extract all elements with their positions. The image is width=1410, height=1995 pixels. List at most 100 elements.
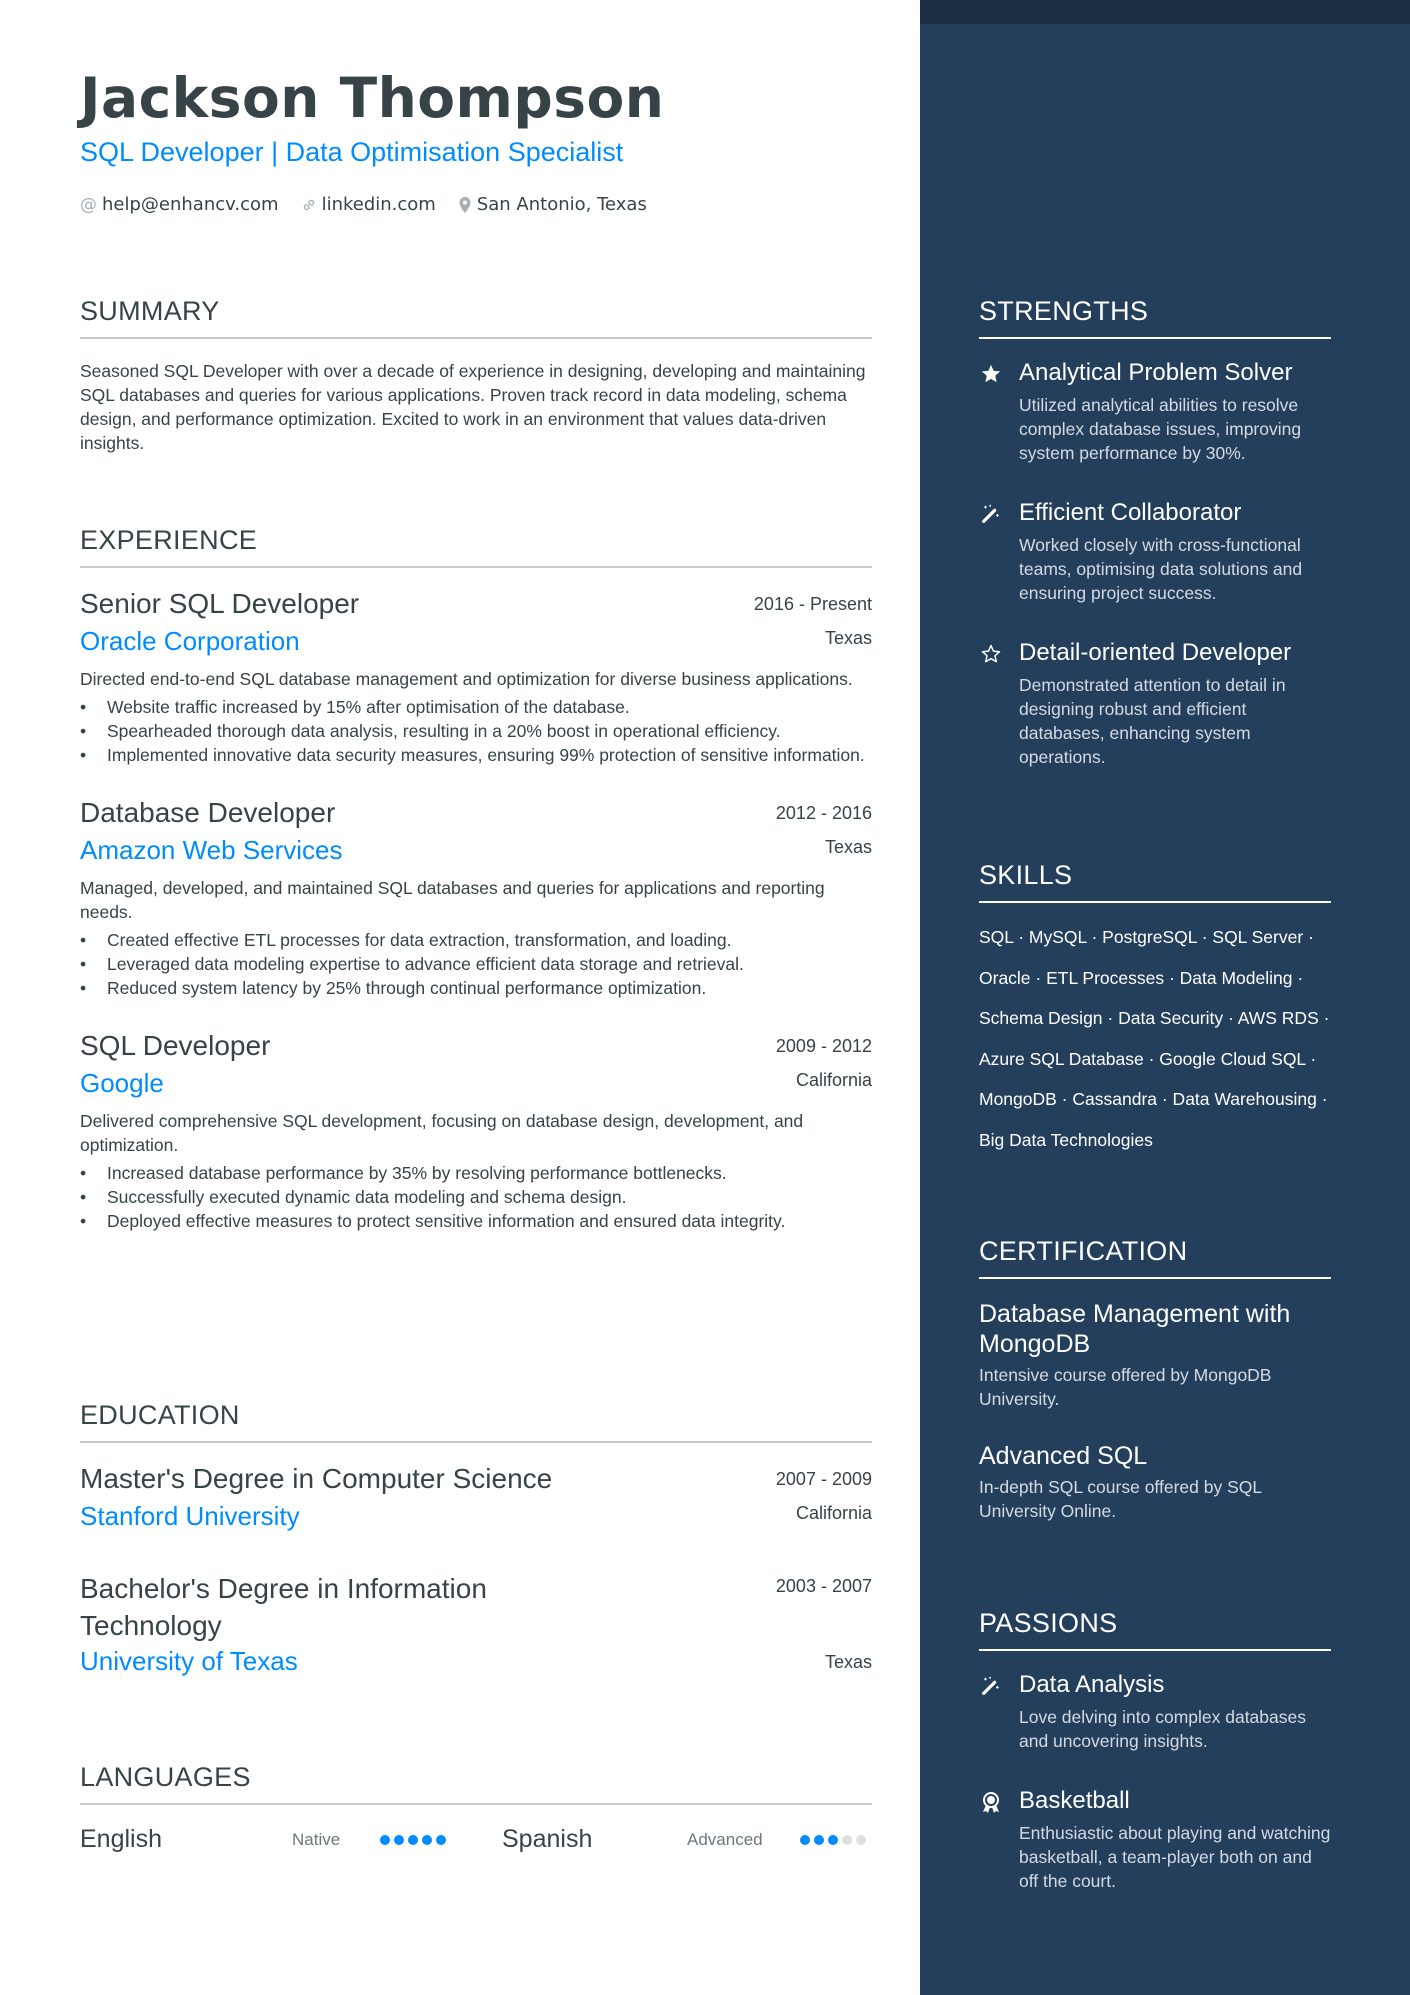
- passion-title: Data Analysis: [1019, 1671, 1165, 1698]
- bullet-item: Successfully executed dynamic data model…: [80, 1185, 872, 1209]
- education-entry: Master's Degree in Computer Science 2007…: [80, 1463, 872, 1532]
- award-ribbon-icon: [979, 1787, 1003, 1893]
- strength-title: Detail-oriented Developer: [1019, 639, 1292, 666]
- job-title: SQL Developer: [80, 1030, 271, 1061]
- skill-line: MongoDB · Cassandra · Data Warehousing ·: [979, 1089, 1328, 1109]
- job-dates: 2009 - 2012: [775, 1036, 872, 1056]
- strength-item: Analytical Problem Solver Utilized analy…: [979, 359, 1331, 465]
- contact-linkedin-text: linkedin.com: [321, 194, 436, 215]
- languages-section: Languages English Native Spanish Advance…: [80, 1762, 872, 1854]
- star-outline-icon: [979, 639, 1003, 769]
- contact-email-text: help@enhancv.com: [102, 194, 279, 215]
- language-rating: [800, 1834, 866, 1845]
- at-icon: @: [80, 194, 97, 215]
- bullet-item: Implemented innovative data security mea…: [80, 743, 872, 767]
- contact-location-text: San Antonio, Texas: [476, 194, 647, 215]
- certification-description: Intensive course offered by MongoDB Univ…: [979, 1365, 1272, 1409]
- language-level: Native: [292, 1829, 341, 1849]
- contact-email[interactable]: @ help@enhancv.com: [80, 194, 279, 215]
- passion-title: Basketball: [1019, 1787, 1130, 1814]
- sidebar: Strengths Analytical Problem Solver Util…: [920, 0, 1410, 1995]
- certification-title: Advanced SQL: [979, 1442, 1148, 1470]
- job-description: Managed, developed, and maintained SQL d…: [80, 878, 825, 922]
- language-name: English: [80, 1825, 162, 1853]
- languages-heading: Languages: [80, 1762, 872, 1805]
- strength-description: Worked closely with cross-functional tea…: [1019, 535, 1303, 603]
- school-name: University of Texas: [80, 1646, 298, 1676]
- experience-entry: SQL Developer 2009 - 2012 Google Califor…: [80, 1030, 872, 1233]
- certification-title: Database Management with MongoDB: [979, 1300, 1291, 1358]
- skills-section: Skills SQL · MySQL · PostgreSQL · SQL Se…: [979, 860, 1331, 1160]
- education-dates: 2007 - 2009: [775, 1469, 872, 1489]
- company-name: Amazon Web Services: [80, 835, 343, 865]
- location-pin-icon: [458, 196, 472, 214]
- education-dates: 2003 - 2007: [775, 1576, 872, 1596]
- skills-list: SQL · MySQL · PostgreSQL · SQL Server · …: [979, 917, 1331, 1160]
- strengths-heading: Strengths: [979, 296, 1331, 339]
- bullet-item: Reduced system latency by 25% through co…: [80, 976, 872, 1000]
- candidate-name: Jackson Thompson: [80, 66, 665, 130]
- bullet-item: Increased database performance by 35% by…: [80, 1161, 872, 1185]
- candidate-headline: SQL Developer | Data Optimisation Specia…: [80, 137, 624, 167]
- company-name: Google: [80, 1068, 164, 1098]
- experience-heading: Experience: [80, 525, 872, 568]
- job-description: Delivered comprehensive SQL development,…: [80, 1111, 804, 1155]
- certification-section: Certification Database Management with M…: [979, 1236, 1331, 1523]
- bullet-item: Deployed effective measures to protect s…: [80, 1209, 872, 1233]
- rating-dot-filled: [814, 1834, 824, 1845]
- education-section: Education Master's Degree in Computer Sc…: [80, 1400, 872, 1677]
- rating-dot-empty: [842, 1834, 852, 1845]
- skills-heading: Skills: [979, 860, 1331, 903]
- strength-item: Efficient Collaborator Worked closely wi…: [979, 499, 1331, 605]
- contact-linkedin[interactable]: linkedin.com: [301, 194, 436, 215]
- language-item: Spanish Advanced: [502, 1825, 872, 1854]
- job-title: Senior SQL Developer: [80, 588, 360, 619]
- strength-description: Utilized analytical abilities to resolve…: [1019, 395, 1302, 463]
- degree-title: Master's Degree in Computer Science: [80, 1463, 553, 1494]
- passions-heading: Passions: [979, 1608, 1331, 1651]
- bullet-item: Spearheaded thorough data analysis, resu…: [80, 719, 872, 743]
- passion-item: Basketball Enthusiastic about playing an…: [979, 1787, 1331, 1893]
- language-level: Advanced: [687, 1829, 763, 1849]
- skill-line: Schema Design · Data Security · AWS RDS …: [979, 1008, 1330, 1028]
- rating-dot-filled: [380, 1834, 390, 1845]
- rating-dot-filled: [800, 1834, 810, 1845]
- certification-description: In-depth SQL course offered by SQL Unive…: [979, 1477, 1262, 1521]
- education-location: Texas: [824, 1652, 872, 1672]
- job-bullets: Created effective ETL processes for data…: [80, 928, 872, 1000]
- certification-item: Database Management with MongoDB Intensi…: [979, 1299, 1331, 1411]
- education-heading: Education: [80, 1400, 872, 1443]
- skill-line: Oracle · ETL Processes · Data Modeling ·: [979, 967, 1304, 988]
- languages-list: English Native Spanish Advanced: [80, 1825, 872, 1854]
- experience-section: Experience Senior SQL Developer 2016 - P…: [80, 525, 872, 1233]
- sidebar-top-strip: [920, 0, 1410, 24]
- job-description: Directed end-to-end SQL database managem…: [80, 669, 853, 689]
- language-item: English Native: [80, 1825, 502, 1854]
- strength-title: Efficient Collaborator: [1019, 499, 1242, 526]
- job-location: California: [795, 1070, 872, 1090]
- star-filled-icon: [979, 359, 1003, 465]
- passion-item: Data Analysis Love delving into complex …: [979, 1671, 1331, 1753]
- link-icon: [301, 197, 317, 213]
- strength-item: Detail-oriented Developer Demonstrated a…: [979, 639, 1331, 769]
- summary-section: Summary Seasoned SQL Developer with over…: [80, 296, 872, 455]
- contact-bar: @ help@enhancv.com linkedin.com San Anto…: [80, 194, 647, 215]
- school-name: Stanford University: [80, 1501, 300, 1531]
- job-dates: 2016 - Present: [753, 594, 872, 614]
- passion-description: Love delving into complex databases and …: [1019, 1707, 1306, 1751]
- language-rating: [380, 1834, 446, 1845]
- degree-title: Bachelor's Degree in Information Technol…: [80, 1573, 487, 1641]
- strengths-section: Strengths Analytical Problem Solver Util…: [979, 296, 1331, 769]
- magic-wand-icon: [979, 499, 1003, 605]
- rating-dot-filled: [408, 1834, 418, 1845]
- job-title: Database Developer: [80, 797, 336, 828]
- rating-dot-filled: [422, 1834, 432, 1845]
- passions-section: Passions Data Analysis Love delving into…: [979, 1608, 1331, 1893]
- education-entry: Bachelor's Degree in Information Technol…: [80, 1570, 872, 1677]
- contact-location: San Antonio, Texas: [458, 194, 647, 215]
- bullet-item: Website traffic increased by 15% after o…: [80, 695, 872, 719]
- summary-heading: Summary: [80, 296, 872, 339]
- skill-line: Azure SQL Database · Google Cloud SQL ·: [979, 1048, 1317, 1069]
- experience-entry: Database Developer 2012 - 2016 Amazon We…: [80, 797, 872, 1000]
- strength-description: Demonstrated attention to detail in desi…: [1019, 675, 1286, 767]
